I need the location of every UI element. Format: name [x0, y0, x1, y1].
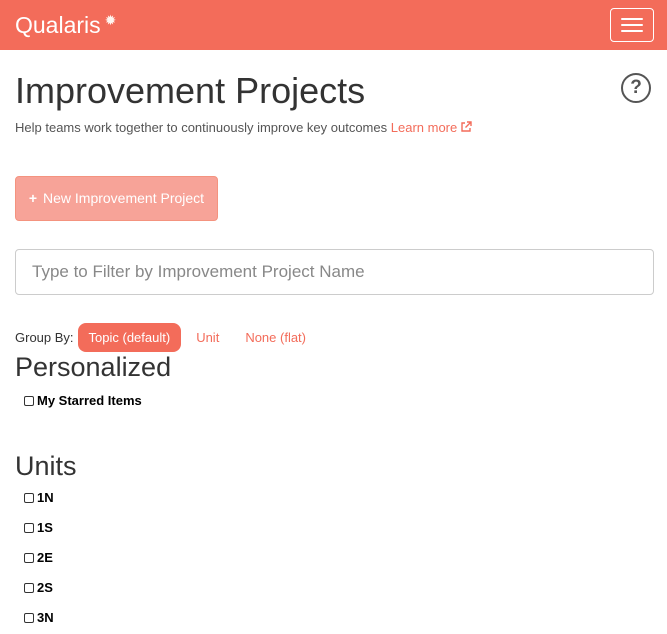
checkbox-icon — [24, 553, 34, 563]
hamburger-icon-bar — [621, 30, 643, 32]
list-item[interactable]: 1N — [24, 490, 54, 506]
new-project-label: New Improvement Project — [43, 190, 205, 206]
group-by-bar: Group By: Topic (default) Unit None (fla… — [15, 323, 321, 352]
list-item-label: 2S — [37, 580, 53, 595]
learn-more-label: Learn more — [390, 120, 458, 135]
checkbox-icon — [24, 493, 34, 503]
page-subtitle: Help teams work together to continuously… — [15, 120, 472, 136]
group-by-topic-button[interactable]: Topic (default) — [77, 323, 182, 352]
plus-icon: + — [28, 190, 38, 206]
navbar: Qualaris ✹ — [0, 0, 667, 50]
subtitle-text: Help teams work together to continuously… — [15, 120, 388, 135]
menu-toggle-button[interactable] — [610, 8, 654, 42]
list-item[interactable]: 2S — [24, 580, 53, 596]
section-title-units: Units — [15, 451, 77, 481]
learn-more-link[interactable]: Learn more — [391, 120, 472, 135]
filter-input[interactable] — [15, 249, 654, 295]
group-by-label: Group By: — [15, 330, 74, 345]
checkbox-icon — [24, 583, 34, 593]
page-title: Improvement Projects — [15, 70, 366, 111]
checkbox-icon — [24, 613, 34, 623]
group-by-unit-button[interactable]: Unit — [185, 323, 230, 352]
group-by-none-button[interactable]: None (flat) — [234, 323, 317, 352]
external-link-icon — [461, 121, 472, 132]
hamburger-icon-bar — [621, 24, 643, 26]
list-item-label: 1N — [37, 490, 54, 505]
list-item[interactable]: 2E — [24, 550, 53, 566]
list-item[interactable]: My Starred Items — [24, 393, 142, 409]
section-title-personalized: Personalized — [15, 352, 172, 382]
new-improvement-project-button[interactable]: + New Improvement Project — [15, 176, 218, 221]
list-item-label: 1S — [37, 520, 53, 535]
brand-logo[interactable]: Qualaris ✹ — [15, 11, 116, 39]
list-item[interactable]: 3N — [24, 610, 54, 626]
brand-name: Qualaris — [15, 12, 101, 38]
checkbox-icon — [24, 523, 34, 533]
checkbox-icon — [24, 396, 34, 406]
list-item-label: My Starred Items — [37, 393, 142, 408]
hamburger-icon-bar — [621, 18, 643, 20]
list-item-label: 2E — [37, 550, 53, 565]
list-item[interactable]: 1S — [24, 520, 53, 536]
brand-star-icon: ✹ — [104, 12, 117, 28]
list-item-label: 3N — [37, 610, 54, 625]
help-icon[interactable]: ? — [621, 73, 651, 103]
